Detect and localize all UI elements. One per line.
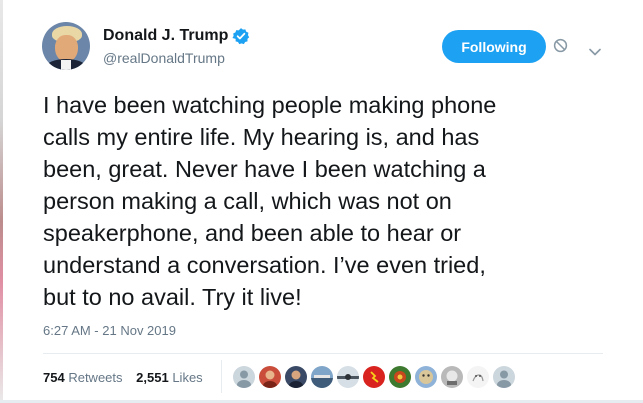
liker-avatar[interactable] (284, 365, 308, 389)
liker-avatar[interactable] (336, 365, 360, 389)
display-name[interactable]: Donald J. Trump (103, 27, 228, 45)
following-button[interactable]: Following (442, 30, 546, 63)
liker-avatar[interactable] (232, 365, 256, 389)
retweets-stat[interactable]: 754 Retweets (43, 370, 123, 385)
avatar[interactable] (42, 22, 90, 70)
retweets-count: 754 (43, 370, 65, 385)
user-handle[interactable]: @realDonaldTrump (103, 50, 250, 66)
liker-avatar[interactable] (388, 365, 412, 389)
tweet-timestamp[interactable]: 6:27 AM - 21 Nov 2019 (43, 323, 176, 338)
liker-avatar[interactable] (310, 365, 334, 389)
tweet-card: Donald J. Trump @realDonaldTrump Followi… (0, 0, 643, 403)
liker-avatar[interactable] (440, 365, 464, 389)
stats-separator (221, 360, 222, 393)
liker-avatar[interactable] (414, 365, 438, 389)
likes-label: Likes (172, 370, 203, 385)
divider (43, 353, 603, 354)
tweet-text: I have been watching people making phone… (43, 92, 497, 310)
likes-count: 2,551 (136, 370, 169, 385)
tweet-stats: 754 Retweets 2,551 Likes (43, 370, 213, 385)
author-block: Donald J. Trump @realDonaldTrump (103, 27, 250, 66)
liker-avatar[interactable] (258, 365, 282, 389)
liker-avatar[interactable] (492, 365, 516, 389)
verified-badge-icon (232, 27, 250, 45)
liker-avatar[interactable] (466, 365, 490, 389)
chevron-down-icon[interactable] (589, 43, 601, 56)
retweets-label: Retweets (68, 370, 123, 385)
likes-stat[interactable]: 2,551 Likes (136, 370, 203, 385)
liker-avatar[interactable] (362, 365, 386, 389)
left-edge-strip (0, 0, 3, 403)
block-icon[interactable] (553, 38, 568, 53)
